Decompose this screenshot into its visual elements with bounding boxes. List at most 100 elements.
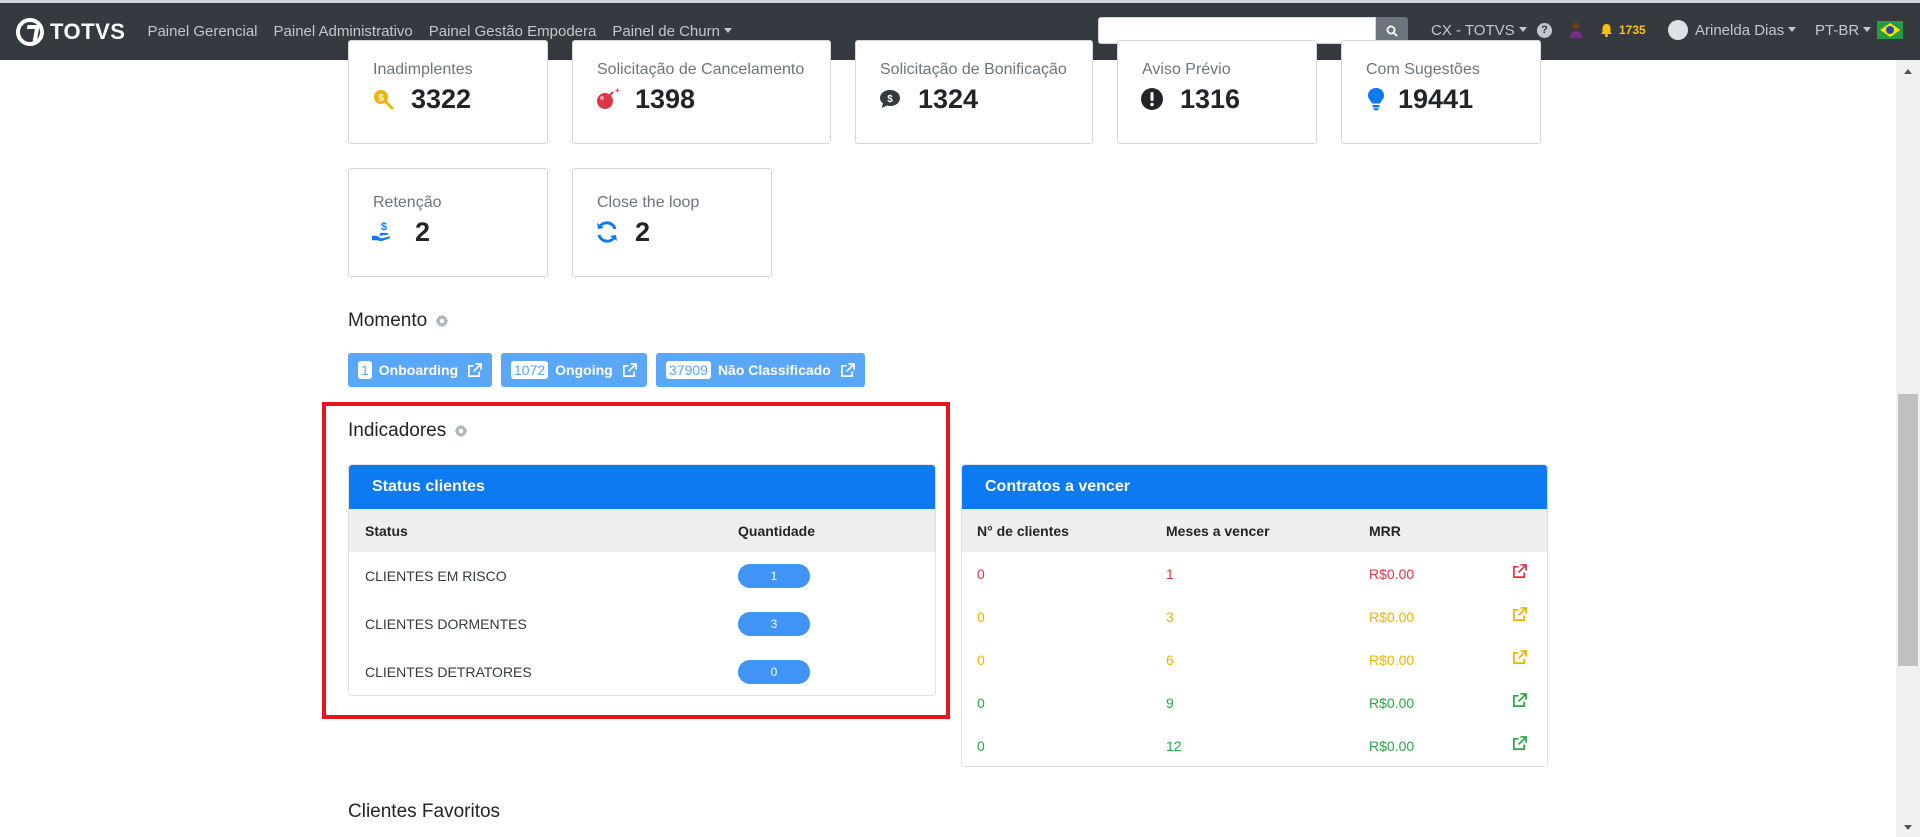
column-header-mrr: MRR (1369, 522, 1401, 539)
table-row: 0 12 R$0.00 (962, 724, 1547, 766)
profile-figure[interactable] (1568, 0, 1584, 60)
external-link-icon[interactable] (1512, 607, 1527, 625)
clientes-cell: 0 (977, 651, 985, 668)
nav-dropdown-painel-de-churn[interactable]: Painel de Churn (612, 23, 732, 40)
clientes-cell: 0 (977, 608, 985, 625)
external-link-icon[interactable] (1512, 564, 1527, 582)
svg-text:$: $ (887, 94, 893, 105)
card-value: 2 (635, 217, 651, 247)
card-solicitacao-cancelamento[interactable]: Solicitação de Cancelamento + 1398 (572, 40, 831, 144)
svg-text:$: $ (381, 221, 387, 233)
card-label: Close the loop (597, 194, 700, 211)
card-aviso-previo[interactable]: Aviso Prévio 1316 (1117, 40, 1317, 144)
mrr-cell: R$0.00 (1369, 737, 1415, 754)
contratos-rows: 0 1 R$0.00 0 3 R$0.00 0 6 R$0.00 0 9 R$0.00 0 12 R$0.0… (962, 552, 1547, 766)
svg-text:$: $ (378, 93, 384, 104)
person-avatar-icon (1570, 22, 1582, 38)
card-value: 1398 (635, 84, 696, 114)
nav-link-painel-gestao-empodera[interactable]: Painel Gestão Empodera (429, 23, 597, 40)
user-menu[interactable]: Arinelda Dias (1668, 0, 1796, 60)
exclamation-circle-icon (1140, 87, 1164, 111)
svg-text:+: + (615, 87, 619, 95)
meses-cell: 1 (1166, 565, 1174, 582)
external-link-icon (840, 362, 855, 377)
momento-count: 1072 (511, 361, 549, 379)
nav-link-painel-gerencial[interactable]: Painel Gerencial (147, 23, 257, 40)
language-dropdown[interactable]: PT-BR (1815, 0, 1904, 60)
table-header: N° de clientes Meses a vencer MRR (962, 509, 1547, 552)
meses-cell: 3 (1166, 608, 1174, 625)
momento-nao-classificado-button[interactable]: 37909 Não Classificado (656, 353, 865, 387)
momento-label: Ongoing (555, 362, 613, 378)
mrr-cell: R$0.00 (1369, 608, 1415, 625)
card-solicitacao-bonificacao[interactable]: Solicitação de Bonificação $ 1324 (855, 40, 1093, 144)
card-label: Solicitação de Bonificação (880, 61, 1067, 78)
gear-icon[interactable] (435, 314, 449, 328)
clientes-cell: 0 (977, 694, 985, 711)
nav-link-painel-administrativo[interactable]: Painel Administrativo (274, 23, 413, 40)
card-value: 3322 (411, 84, 472, 114)
table-row: 0 1 R$0.00 (962, 552, 1547, 595)
money-comment-icon: $ (878, 87, 902, 111)
mrr-cell: R$0.00 (1369, 565, 1415, 582)
card-com-sugestoes[interactable]: Com Sugestões 19441 (1341, 40, 1541, 144)
user-name: Arinelda Dias (1695, 22, 1796, 39)
language-label: PT-BR (1815, 22, 1871, 39)
search-icon (1386, 25, 1398, 37)
mrr-cell: R$0.00 (1369, 694, 1415, 711)
card-value: 2 (415, 217, 431, 247)
card-inadimplentes[interactable]: Inadimplentes $ 3322 (348, 40, 548, 144)
org-label: CX - TOTVS (1431, 22, 1527, 39)
lightbulb-icon (1364, 87, 1388, 111)
meses-cell: 6 (1166, 651, 1174, 668)
card-close-the-loop[interactable]: Close the loop 2 (572, 168, 772, 277)
momento-label: Não Classificado (717, 362, 831, 378)
momento-count: 37909 (666, 361, 711, 379)
highlight-box (322, 402, 950, 719)
card-label: Solicitação de Cancelamento (597, 61, 805, 78)
notifications-button[interactable]: 1735 (1600, 0, 1646, 60)
external-link-icon[interactable] (1512, 736, 1527, 754)
momento-title: Momento (348, 310, 428, 331)
external-link-icon[interactable] (1512, 693, 1527, 711)
momento-ongoing-button[interactable]: 1072 Ongoing (501, 353, 647, 387)
card-label: Retenção (373, 194, 442, 211)
card-retencao[interactable]: Retenção $ 2 (348, 168, 548, 277)
momento-label: Onboarding (378, 362, 459, 378)
scroll-up-arrow-icon[interactable] (1904, 69, 1912, 74)
card-label: Com Sugestões (1366, 61, 1480, 78)
column-header-meses-a-vencer: Meses a vencer (1166, 522, 1270, 539)
card-label: Inadimplentes (373, 61, 473, 78)
momento-count: 1 (358, 361, 372, 379)
clientes-favoritos-heading: Clientes Favoritos (348, 801, 500, 823)
clientes-cell: 0 (977, 737, 985, 754)
clientes-favoritos-title: Clientes Favoritos (348, 801, 501, 822)
external-link-icon (622, 362, 637, 377)
brand-name: TOTVS (50, 18, 126, 44)
external-link-icon (468, 362, 483, 377)
momento-onboarding-button[interactable]: 1 Onboarding (348, 353, 493, 387)
user-avatar (1668, 20, 1688, 40)
table-row: 0 3 R$0.00 (962, 595, 1547, 638)
meses-cell: 12 (1166, 737, 1182, 754)
scrollbar-thumb[interactable] (1898, 394, 1918, 666)
mrr-cell: R$0.00 (1369, 651, 1415, 668)
panel-title: Contratos a vencer (962, 465, 1547, 509)
meses-cell: 9 (1166, 694, 1174, 711)
brand-logo[interactable]: TOTVS (16, 17, 126, 46)
scroll-down-arrow-icon[interactable] (1904, 825, 1912, 830)
help-icon: ? (1537, 22, 1552, 38)
brazil-flag-icon (1877, 21, 1904, 39)
bell-icon (1601, 24, 1612, 37)
card-value: 19441 (1398, 84, 1474, 114)
card-label: Aviso Prévio (1142, 61, 1231, 78)
money-search-icon: $ (371, 87, 395, 111)
contratos-a-vencer-panel: Contratos a vencer N° de clientes Meses … (961, 464, 1548, 767)
table-row: 0 9 R$0.00 (962, 681, 1547, 724)
sync-icon (595, 220, 619, 244)
card-value: 1316 (1180, 84, 1241, 114)
momento-heading: Momento (348, 310, 449, 332)
totvs-logo-icon (16, 17, 44, 46)
table-row: 0 6 R$0.00 (962, 638, 1547, 681)
external-link-icon[interactable] (1512, 650, 1527, 668)
